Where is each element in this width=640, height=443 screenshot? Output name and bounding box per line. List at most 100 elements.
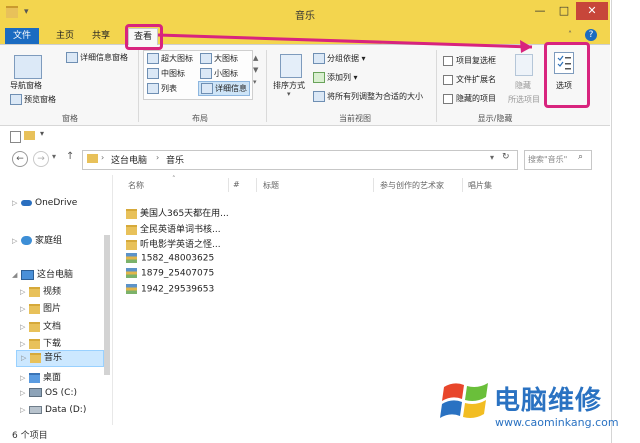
expand-icon[interactable]: ▷ — [12, 237, 18, 245]
file-row[interactable]: 听电影学英语之怪... — [126, 237, 221, 251]
help-icon[interactable]: ? — [585, 29, 597, 41]
expand-icon[interactable]: ▷ — [20, 406, 26, 414]
hide-selected-button[interactable]: 隐藏 — [515, 80, 531, 91]
quick-access-toolbar — [0, 126, 610, 144]
up-icon[interactable]: ↑ — [66, 151, 74, 162]
hidden-items-toggle[interactable]: 隐藏的项目 — [443, 93, 496, 104]
nav-item-label: 下载 — [43, 339, 62, 349]
search-input[interactable]: 搜索"音乐" — [528, 154, 567, 165]
add-column-button[interactable]: 添加列 ▾ — [313, 72, 358, 83]
collapse-icon[interactable]: ◢ — [12, 271, 18, 279]
archive-icon — [126, 268, 137, 278]
nav-item-this-pc[interactable]: ◢ 这台电脑 — [12, 267, 73, 280]
address-bar[interactable] — [82, 150, 518, 170]
back-icon[interactable]: ← — [12, 151, 28, 167]
details-icon — [201, 83, 213, 94]
checkbox — [443, 74, 453, 85]
collapse-ribbon-icon[interactable]: ˄ — [568, 30, 572, 39]
recent-locations-icon[interactable]: ▾ — [52, 152, 56, 161]
expand-icon[interactable]: ▷ — [20, 288, 26, 296]
expand-icon[interactable]: ▷ — [20, 389, 26, 397]
preview-pane-button[interactable]: 预览窗格 — [10, 94, 56, 105]
layout-details[interactable]: 详细信息 — [198, 81, 250, 96]
address-dropdown-icon[interactable]: ▾ — [490, 153, 494, 162]
column-header-artists[interactable]: 参与创作的艺术家 — [380, 180, 444, 191]
nav-item-label: 文档 — [43, 322, 62, 332]
nav-item-label: 视频 — [43, 287, 62, 297]
file-row[interactable]: 1582_48003625 — [126, 253, 214, 267]
file-name: 1582_48003625 — [141, 253, 215, 264]
column-divider — [228, 178, 229, 192]
sort-dropdown-icon: ▾ — [287, 90, 291, 98]
tab-share[interactable]: 共享 — [86, 28, 116, 44]
title-bar: ▾ 音乐 — □ ✕ — [0, 0, 610, 26]
navigation-pane-button[interactable]: 导航窗格 — [10, 80, 42, 91]
downloads-folder-icon — [29, 338, 40, 349]
nav-item-data-d[interactable]: ▷ Data (D:) — [20, 405, 86, 415]
nav-item-onedrive[interactable]: ▷ OneDrive — [12, 198, 77, 208]
nav-item-downloads[interactable]: ▷ 下载 — [20, 336, 61, 349]
expand-icon[interactable]: ▷ — [21, 351, 27, 366]
refresh-icon[interactable]: ↻ — [502, 152, 510, 162]
new-folder-icon[interactable] — [24, 131, 35, 140]
breadcrumb-this-pc[interactable]: 这台电脑 — [111, 153, 147, 166]
column-header-name[interactable]: 名称 — [128, 180, 144, 191]
nav-item-os-c[interactable]: ▷ OS (C:) — [20, 388, 77, 398]
folder-icon — [126, 239, 137, 250]
layout-medium-icons[interactable]: 中图标 — [147, 68, 185, 79]
expand-icon[interactable]: ▷ — [20, 340, 26, 348]
minimize-button[interactable]: — — [528, 2, 552, 20]
layout-item-label: 小图标 — [214, 69, 238, 78]
expand-icon[interactable]: ▷ — [20, 305, 26, 313]
customize-qat-icon[interactable]: ▾ — [40, 129, 44, 138]
pointer-arrow — [157, 33, 533, 53]
properties-icon[interactable] — [10, 131, 21, 143]
add-column-icon — [313, 72, 325, 83]
details-pane-button[interactable]: 详细信息窗格 — [66, 52, 128, 63]
pictures-folder-icon — [29, 303, 40, 314]
file-extensions-label: 文件扩展名 — [456, 75, 496, 84]
nav-item-label: OS (C:) — [45, 388, 77, 398]
layout-small-icons[interactable]: 小图标 — [200, 68, 238, 79]
column-header-title[interactable]: 标题 — [263, 180, 279, 191]
fit-columns-button[interactable]: 将所有列调整为合适的大小 — [313, 91, 423, 102]
nav-item-documents[interactable]: ▷ 文档 — [20, 319, 61, 332]
expand-icon[interactable]: ▷ — [12, 199, 18, 207]
homegroup-icon — [21, 236, 32, 245]
nav-item-homegroup[interactable]: ▷ 家庭组 — [12, 233, 62, 246]
nav-item-label: 桌面 — [43, 373, 62, 383]
file-row[interactable]: 全民英语单词书核... — [126, 222, 221, 236]
tab-home[interactable]: 主页 — [50, 28, 80, 44]
expand-icon[interactable]: ▷ — [20, 323, 26, 331]
small-icons-icon — [200, 68, 212, 79]
breadcrumb-separator-icon: › — [101, 153, 105, 162]
forward-icon[interactable]: → — [33, 151, 49, 167]
ribbon-divider — [138, 50, 139, 122]
archive-icon — [126, 284, 137, 294]
file-row[interactable]: 美国人365天都在用... — [126, 206, 229, 220]
window-title: 音乐 — [295, 11, 315, 22]
breadcrumb-music[interactable]: 音乐 — [166, 153, 184, 166]
group-label-panes: 窗格 — [62, 114, 78, 123]
nav-item-label: 音乐 — [44, 353, 63, 363]
tab-file[interactable]: 文件 — [5, 28, 39, 44]
layout-item-label: 中图标 — [161, 69, 185, 78]
layout-list[interactable]: 列表 — [147, 83, 177, 94]
fit-columns-label: 将所有列调整为合适的大小 — [327, 92, 423, 101]
column-header-number[interactable]: # — [233, 180, 240, 189]
expand-icon[interactable]: ▷ — [20, 374, 26, 382]
nav-item-videos[interactable]: ▷ 视频 — [20, 284, 61, 297]
desktop-folder-icon — [29, 372, 40, 383]
nav-item-pictures[interactable]: ▷ 图片 — [20, 301, 61, 314]
column-divider — [256, 178, 257, 192]
file-extensions-toggle[interactable]: 文件扩展名 — [443, 74, 496, 85]
close-button[interactable]: ✕ — [576, 2, 608, 20]
file-row[interactable]: 1942_29539653 — [126, 284, 214, 298]
nav-scrollbar-thumb[interactable] — [104, 235, 110, 375]
maximize-button[interactable]: □ — [552, 2, 576, 20]
column-header-album[interactable]: 唱片集 — [468, 180, 492, 191]
file-row[interactable]: 1879_25407075 — [126, 268, 214, 282]
options-button[interactable]: 选项 — [556, 80, 572, 91]
nav-item-music[interactable]: ▷ 音乐 — [16, 350, 104, 367]
nav-item-desktop[interactable]: ▷ 桌面 — [20, 370, 61, 383]
